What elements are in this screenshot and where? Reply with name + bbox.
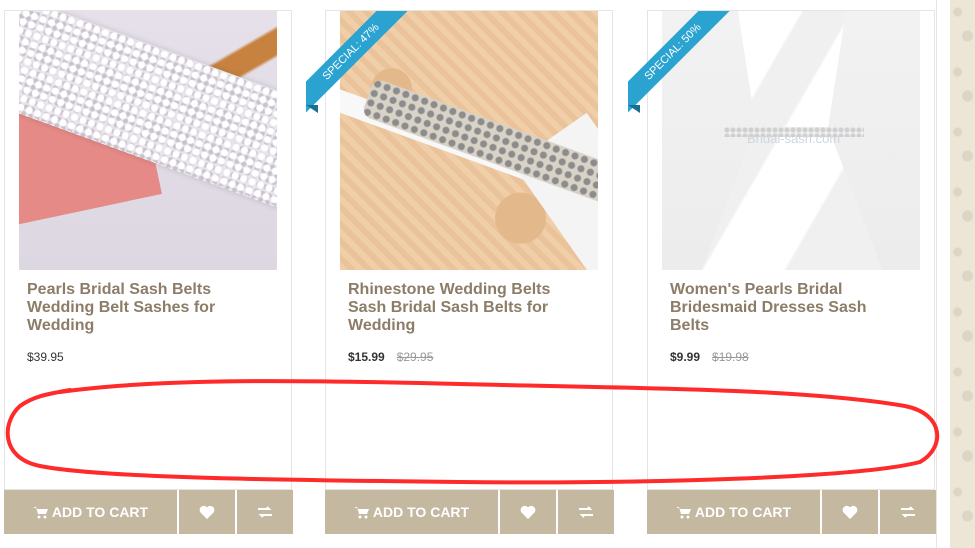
heart-icon bbox=[842, 505, 858, 519]
title-line: Rhinestone Wedding Belts bbox=[348, 281, 551, 298]
title-line: Wedding Belt Sashes for bbox=[27, 299, 216, 316]
image-watermark: Bridal-sash.com bbox=[747, 131, 841, 146]
product-actions: ADD TO CART bbox=[4, 490, 293, 534]
title-line: Bridesmaid Dresses Sash bbox=[670, 299, 867, 316]
compare-button[interactable] bbox=[880, 490, 936, 534]
cart-icon bbox=[32, 506, 48, 518]
background-pattern bbox=[950, 0, 975, 548]
title-line: Women's Pearls Bridal bbox=[670, 281, 843, 298]
special-badge-label: SPECIAL: 50% bbox=[628, 11, 734, 113]
title-line: Belts bbox=[670, 317, 710, 334]
title-line: Sash Bridal Sash Belts for bbox=[348, 299, 549, 316]
product-image[interactable] bbox=[19, 11, 277, 270]
compare-arrows-icon bbox=[579, 506, 593, 518]
wishlist-button[interactable] bbox=[179, 490, 235, 534]
cart-icon bbox=[675, 506, 691, 518]
add-to-cart-button[interactable]: ADD TO CART bbox=[4, 490, 177, 534]
product-title[interactable]: Women's Pearls Bridal Bridesmaid Dresses… bbox=[670, 281, 920, 335]
add-to-cart-label: ADD TO CART bbox=[372, 504, 470, 520]
add-to-cart-button[interactable]: ADD TO CART bbox=[325, 490, 498, 534]
special-badge: SPECIAL: 47% bbox=[306, 11, 416, 121]
badge-fold bbox=[306, 105, 318, 113]
heart-icon bbox=[199, 505, 215, 519]
product-card: Pearls Bridal Sash Belts Wedding Belt Sa… bbox=[4, 10, 292, 490]
price: $39.95 bbox=[27, 350, 64, 364]
wishlist-button[interactable] bbox=[822, 490, 878, 534]
price-block: $39.95 bbox=[27, 350, 64, 364]
wishlist-button[interactable] bbox=[500, 490, 556, 534]
content-edge-line bbox=[936, 0, 937, 548]
old-price: $19.98 bbox=[712, 350, 749, 364]
price-block: $9.99 $19.98 bbox=[670, 350, 749, 364]
product-actions: ADD TO CART bbox=[325, 490, 614, 534]
heart-icon bbox=[520, 505, 536, 519]
compare-button[interactable] bbox=[558, 490, 614, 534]
product-title[interactable]: Rhinestone Wedding Belts Sash Bridal Sas… bbox=[348, 281, 598, 335]
compare-arrows-icon bbox=[901, 506, 915, 518]
price: $9.99 bbox=[670, 350, 701, 364]
product-actions: ADD TO CART bbox=[647, 490, 936, 534]
add-to-cart-label: ADD TO CART bbox=[694, 504, 792, 520]
title-line: Wedding bbox=[27, 317, 95, 334]
special-badge-label: SPECIAL: 47% bbox=[306, 11, 412, 113]
add-to-cart-label: ADD TO CART bbox=[51, 504, 149, 520]
price: $15.99 bbox=[348, 350, 385, 364]
badge-fold bbox=[628, 105, 640, 113]
title-line: Pearls Bridal Sash Belts bbox=[27, 281, 212, 298]
add-to-cart-button[interactable]: ADD TO CART bbox=[647, 490, 820, 534]
product-card: Bridal-sash.com SPECIAL: 50% Women's Pea… bbox=[628, 10, 935, 490]
price-block: $15.99 $29.95 bbox=[348, 350, 433, 364]
cart-icon bbox=[353, 506, 369, 518]
old-price: $29.95 bbox=[396, 350, 434, 364]
compare-button[interactable] bbox=[237, 490, 293, 534]
compare-arrows-icon bbox=[258, 506, 272, 518]
product-card: SPECIAL: 47% Rhinestone Wedding Belts Sa… bbox=[306, 10, 613, 490]
special-badge: SPECIAL: 50% bbox=[628, 11, 738, 121]
product-title[interactable]: Pearls Bridal Sash Belts Wedding Belt Sa… bbox=[27, 281, 277, 335]
title-line: Wedding bbox=[348, 317, 416, 334]
